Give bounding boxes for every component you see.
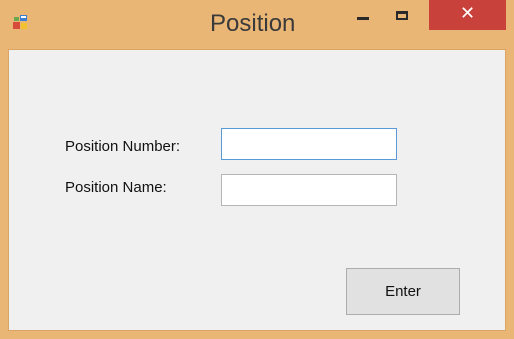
position-name-input[interactable] [221, 174, 397, 206]
position-number-label: Position Number: [65, 138, 181, 155]
position-name-label: Position Name: [65, 179, 167, 196]
window-title: Position [210, 10, 296, 37]
position-number-input[interactable] [221, 128, 397, 160]
title-bar[interactable]: Position ✕ [0, 0, 514, 48]
minimize-icon [357, 17, 369, 20]
maximize-button[interactable] [383, 0, 423, 34]
form-client-area: Position Number: Position Name: Enter [8, 49, 506, 331]
form-icon [12, 14, 28, 30]
position-window: Position ✕ Position Number: Position Nam… [0, 0, 514, 339]
enter-button[interactable]: Enter [346, 268, 460, 315]
maximize-icon [396, 11, 408, 20]
close-icon: ✕ [459, 3, 476, 24]
minimize-button[interactable] [343, 0, 383, 34]
close-button[interactable]: ✕ [429, 0, 506, 30]
